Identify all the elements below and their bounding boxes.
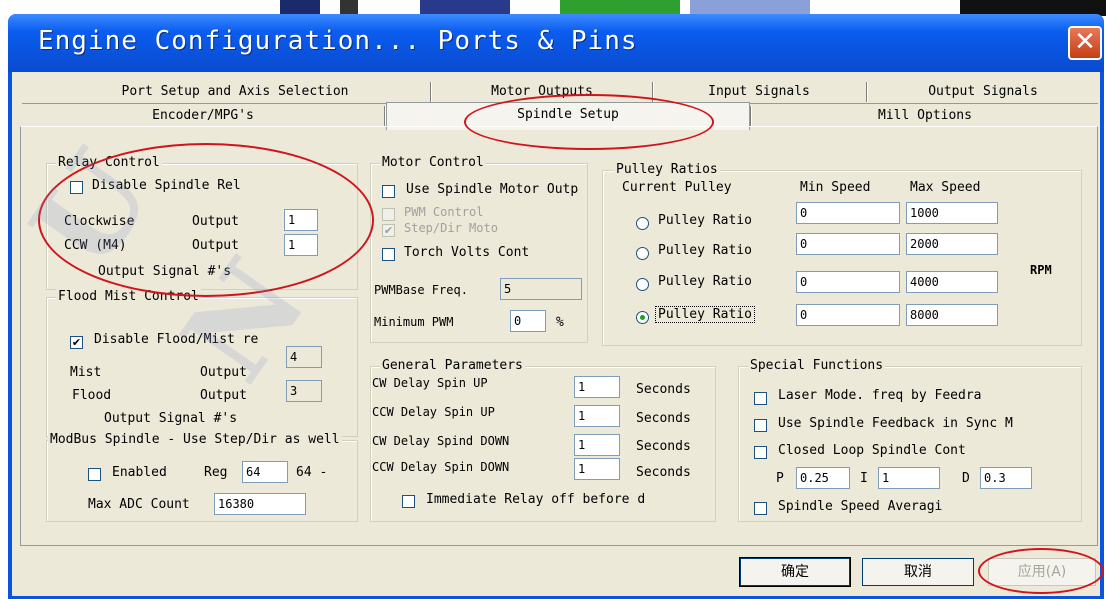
flood-label: Flood [72, 388, 112, 403]
i-label: I [860, 471, 868, 486]
tab-port-setup[interactable]: Port Setup and Axis Selection [40, 80, 430, 104]
d-label: D [962, 471, 970, 486]
max-adc-label: Max ADC Count [88, 497, 190, 512]
cw-delay-up-label: CW Delay Spin UP [372, 376, 488, 390]
tab-output-signals[interactable]: Output Signals [868, 80, 1098, 104]
spindle-feedback-checkbox[interactable] [754, 419, 767, 432]
disable-flood-mist-label: Disable Flood/Mist re [94, 332, 259, 347]
ccw-delay-up-label: CCW Delay Spin UP [372, 405, 495, 419]
ccw-delay-down-seconds: Seconds [636, 465, 691, 480]
flood-output-input[interactable]: 3 [286, 380, 322, 402]
pulley-4-min-input[interactable]: 0 [796, 304, 900, 326]
annotation-ellipse-relay [38, 143, 374, 297]
pulley-1-radio[interactable] [636, 217, 649, 230]
speed-averaging-checkbox[interactable] [754, 502, 767, 515]
mist-output-label: Output [200, 365, 247, 380]
max-speed-label: Max Speed [910, 180, 981, 195]
torch-volts-checkbox[interactable] [382, 248, 395, 261]
max-adc-input[interactable]: 16380 [214, 493, 306, 515]
ccw-delay-down-label: CCW Delay Spin DOWN [372, 460, 510, 474]
use-spindle-motor-label: Use Spindle Motor Outp [406, 182, 579, 197]
tab-encoder-mpg[interactable]: Encoder/MPG's [22, 104, 384, 128]
min-pwm-label: Minimum PWM [374, 315, 454, 329]
pulley-3-min-input[interactable]: 0 [796, 271, 900, 293]
i-input[interactable]: 1 [878, 467, 940, 489]
cw-delay-down-seconds: Seconds [636, 439, 691, 454]
ccw-delay-up-seconds: Seconds [636, 411, 691, 426]
disable-flood-mist-checkbox[interactable]: ✔ [70, 336, 83, 349]
pulley-2-max-input[interactable]: 2000 [906, 233, 998, 255]
pulley-2-label: Pulley Ratio [658, 243, 752, 258]
p-input[interactable]: 0.25 [796, 467, 850, 489]
spindle-feedback-label: Use Spindle Feedback in Sync M [778, 416, 1013, 431]
torch-volts-label: Torch Volts Cont [404, 245, 530, 260]
min-speed-label: Min Speed [800, 180, 871, 195]
pulley-4-radio[interactable] [636, 311, 649, 324]
tab-input-signals[interactable]: Input Signals [654, 80, 864, 104]
immediate-relay-checkbox[interactable] [402, 495, 415, 508]
close-button[interactable]: ✕ [1068, 26, 1102, 60]
pwm-control-label: PWM Control [404, 205, 484, 219]
current-pulley-label: Current Pulley [622, 180, 732, 195]
mist-label: Mist [70, 365, 102, 380]
special-functions-title: Special Functions [748, 358, 886, 373]
window-title: Engine Configuration... Ports & Pins [38, 26, 638, 56]
mist-output-input[interactable]: 4 [286, 346, 322, 368]
pulley-3-label: Pulley Ratio [658, 274, 752, 289]
modbus-reg-label: Reg [204, 465, 228, 480]
pulley-ratios-title: Pulley Ratios [614, 162, 720, 177]
cw-delay-up-seconds: Seconds [636, 382, 691, 397]
tab-mill-options[interactable]: Mill Options [752, 104, 1098, 128]
speed-averaging-label: Spindle Speed Averagi [778, 499, 943, 514]
ccw-delay-up-input[interactable]: 1 [574, 405, 620, 427]
percent-label: % [556, 315, 564, 330]
pulley-4-max-input[interactable]: 8000 [906, 304, 998, 326]
flood-output-signal-label: Output Signal #'s [104, 411, 238, 426]
laser-mode-label: Laser Mode. freq by Feedra [778, 388, 982, 403]
flood-output-label: Output [200, 388, 247, 403]
cancel-button[interactable]: 取消 [862, 558, 974, 586]
annotation-ellipse-tab [464, 94, 714, 150]
ok-button[interactable]: 确定 [739, 557, 851, 587]
closed-loop-label: Closed Loop Spindle Cont [778, 443, 966, 458]
pulley-3-max-input[interactable]: 4000 [906, 271, 998, 293]
cw-delay-down-label: CW Delay Spind DOWN [372, 434, 510, 448]
pulley-2-min-input[interactable]: 0 [796, 233, 900, 255]
modbus-title: ModBus Spindle - Use Step/Dir as well [48, 432, 342, 447]
modbus-enabled-label: Enabled [112, 465, 167, 480]
pwm-base-label: PWMBase Freq. [374, 283, 468, 297]
cw-delay-down-input[interactable]: 1 [574, 434, 620, 456]
pulley-1-min-input[interactable]: 0 [796, 202, 900, 224]
d-input[interactable]: 0.3 [980, 467, 1032, 489]
p-label: P [776, 471, 784, 486]
general-parameters-title: General Parameters [380, 358, 525, 373]
pwm-control-checkbox[interactable] [382, 208, 395, 221]
immediate-relay-label: Immediate Relay off before d [426, 492, 646, 507]
ccw-delay-down-input[interactable]: 1 [574, 458, 620, 480]
use-spindle-motor-checkbox[interactable] [382, 185, 395, 198]
step-dir-checkbox[interactable]: ✔ [382, 224, 395, 237]
min-pwm-input[interactable]: 0 [510, 310, 546, 332]
pulley-3-radio[interactable] [636, 278, 649, 291]
pulley-2-radio[interactable] [636, 247, 649, 260]
cw-delay-up-input[interactable]: 1 [574, 376, 620, 398]
modbus-reg-input[interactable]: 64 [242, 461, 288, 483]
pulley-1-max-input[interactable]: 1000 [906, 202, 998, 224]
modbus-reg-suffix: 64 - [296, 465, 328, 480]
closed-loop-checkbox[interactable] [754, 446, 767, 459]
pulley-4-label: Pulley Ratio [655, 306, 755, 323]
annotation-ellipse-apply [978, 548, 1104, 594]
laser-mode-checkbox[interactable] [754, 392, 767, 405]
modbus-enabled-checkbox[interactable] [88, 468, 101, 481]
pulley-1-label: Pulley Ratio [658, 213, 752, 228]
step-dir-label: Step/Dir Moto [404, 221, 498, 235]
motor-control-title: Motor Control [380, 155, 486, 170]
rpm-label: RPM [1030, 263, 1052, 277]
pwm-base-input[interactable]: 5 [500, 278, 582, 300]
